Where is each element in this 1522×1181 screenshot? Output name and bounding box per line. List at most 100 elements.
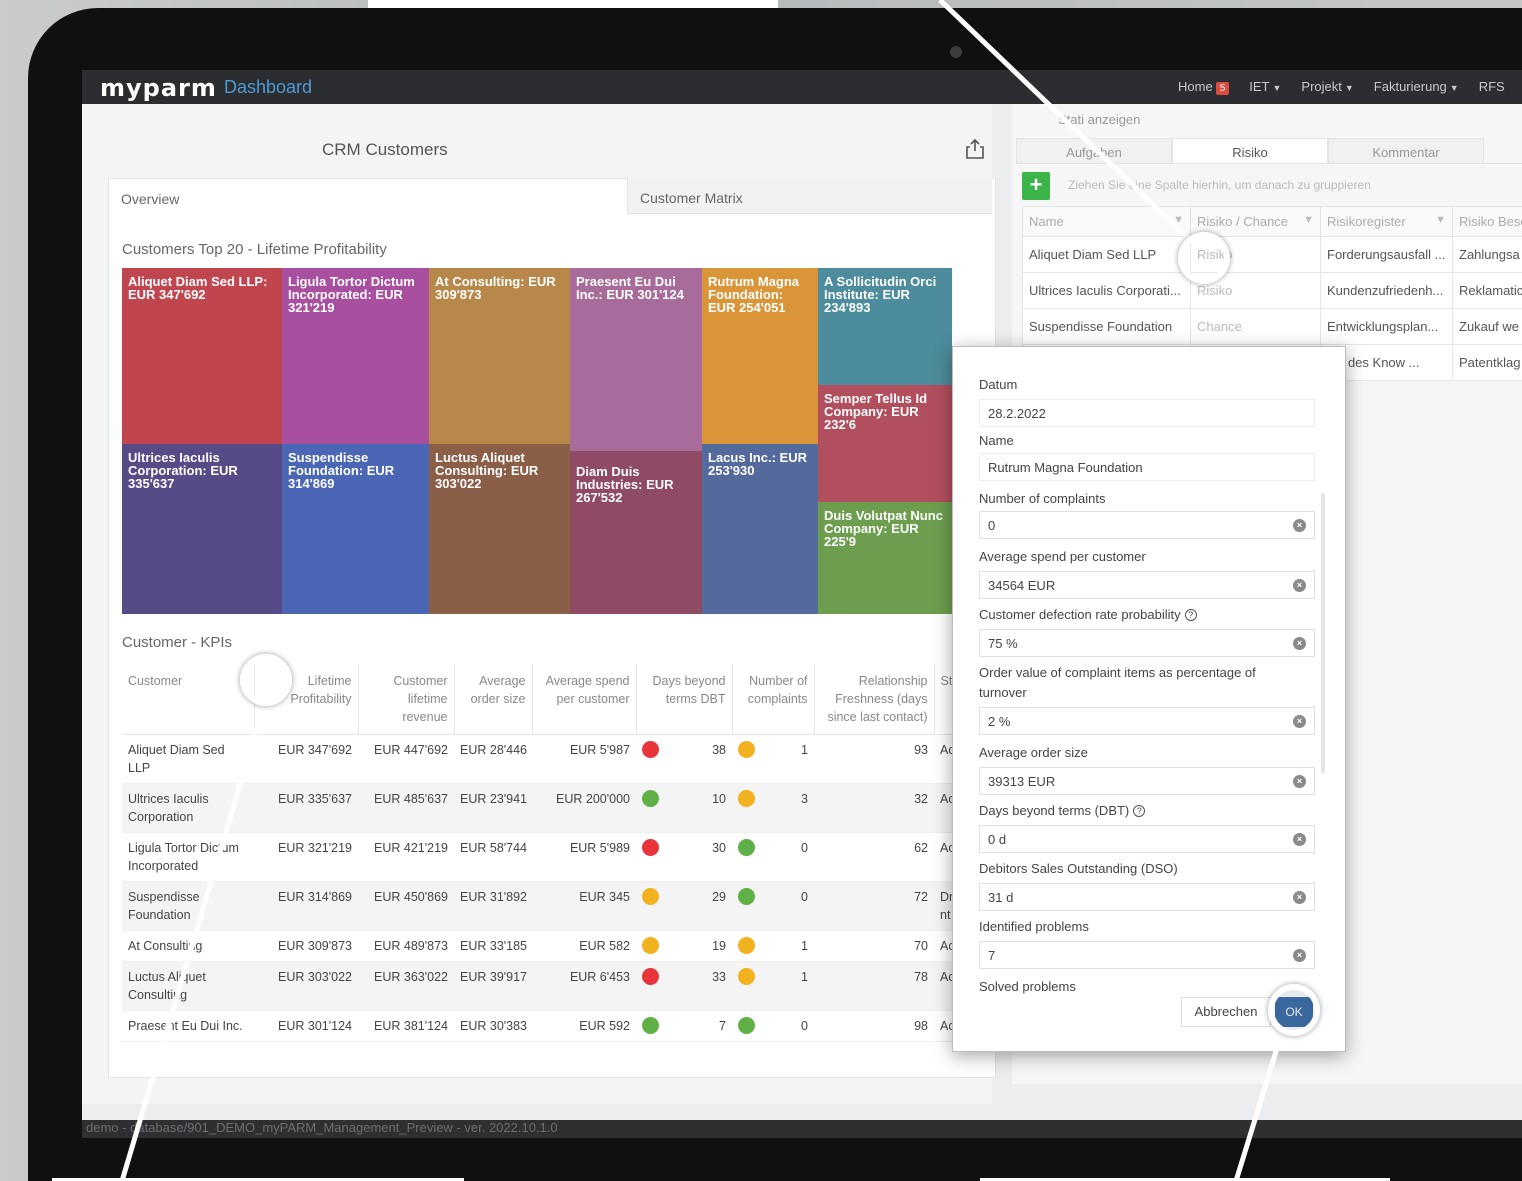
lifetime-profitability-cell: EUR 314'869: [254, 881, 358, 931]
cell-value: 0: [801, 841, 808, 855]
show-stati-toggle[interactable]: Stati anzeigen: [1058, 112, 1140, 127]
caret-down-icon: ▼: [1272, 83, 1282, 93]
tab-customer-matrix[interactable]: Customer Matrix: [628, 178, 992, 214]
table-row[interactable]: Ligula Tortor Dictum Incorporated EUR 321…: [122, 832, 952, 882]
nav-item-fakturierung[interactable]: Fakturierung ▼: [1374, 79, 1459, 95]
column-header[interactable]: St: [934, 664, 953, 735]
filter-icon[interactable]: ▼: [1303, 214, 1314, 226]
table-row[interactable]: Suspendisse Foundation EUR 314'869 EUR 450…: [122, 881, 952, 931]
treemap-cell[interactable]: Semper Tellus Id Company: EUR 232'6: [818, 385, 952, 502]
status-cell: Ac: [934, 1010, 952, 1042]
nav-item-rfs[interactable]: RFS: [1479, 79, 1505, 95]
order-size-cell: EUR 58'744: [454, 832, 532, 882]
table-row[interactable]: Ultrices Iaculis Corporation EUR 335'637 E…: [122, 783, 952, 833]
field-input[interactable]: 2 % ×: [979, 707, 1315, 735]
cell-value: 30: [712, 841, 726, 855]
treemap-cell[interactable]: Ultrices Iaculis Corporation: EUR 335'63…: [122, 444, 282, 614]
register-cell: Forderungsausfall ...: [1320, 236, 1453, 273]
clear-icon[interactable]: ×: [1293, 891, 1306, 904]
clear-icon[interactable]: ×: [1293, 637, 1306, 650]
treemap-cell[interactable]: Aliquet Diam Sed LLP: EUR 347'692: [122, 268, 282, 444]
cancel-button[interactable]: Abbrechen: [1181, 997, 1271, 1027]
tab-kommentar[interactable]: Kommentar: [1328, 138, 1484, 164]
clear-icon[interactable]: ×: [1293, 715, 1306, 728]
field-label: Datum: [979, 377, 1017, 392]
treemap-cell[interactable]: Ligula Tortor Dictum Incorporated: EUR 3…: [282, 268, 429, 444]
treemap-cell[interactable]: Duis Volutpat Nunc Company: EUR 225'9: [818, 502, 952, 614]
column-header[interactable]: Average order size: [454, 664, 533, 735]
field-label-text: Order value of complaint items as percen…: [979, 665, 1256, 700]
app-logo[interactable]: myparm: [100, 74, 217, 102]
column-header[interactable]: Name ▼: [1022, 206, 1191, 237]
column-header[interactable]: Customer lifetime revenue: [358, 664, 455, 735]
column-header[interactable]: Days beyond terms DBT: [636, 664, 733, 735]
dbt-cell: 7: [636, 1010, 732, 1042]
table-row[interactable]: At Consulting EUR 309'873 EUR 489'873 EUR 3…: [122, 930, 952, 962]
table-row[interactable]: Aliquet Diam Sed LLP EUR 347'692 EUR 447'6…: [122, 734, 952, 784]
field-input[interactable]: 0 d ×: [979, 825, 1315, 853]
share-icon[interactable]: [964, 138, 986, 160]
column-header[interactable]: Risikoregister ▼: [1320, 206, 1453, 237]
table-row[interactable]: Suspendisse Foundation Chance Entwicklungs…: [1022, 308, 1522, 345]
filter-icon[interactable]: ▼: [1173, 214, 1184, 226]
treemap-cell[interactable]: A Sollicitudin Orci Institute: EUR 234'8…: [818, 268, 952, 385]
field-input[interactable]: 34564 EUR ×: [979, 571, 1315, 599]
treemap-cell[interactable]: Praesent Eu Dui Inc.: EUR 301'124: [570, 268, 702, 451]
field-input[interactable]: 39313 EUR ×: [979, 767, 1315, 795]
field-input[interactable]: 7 ×: [979, 941, 1315, 969]
treemap-cell[interactable]: Suspendisse Foundation: EUR 314'869: [282, 444, 429, 614]
customer-cell: Suspendisse Foundation: [122, 881, 254, 931]
cell-value: 1: [801, 970, 808, 984]
camera: [950, 46, 962, 58]
nav-item-home[interactable]: Home 5: [1178, 79, 1230, 95]
column-header[interactable]: Relationship Freshness (days since last …: [814, 664, 935, 735]
spend-cell: EUR 6'453: [532, 961, 636, 1011]
clear-icon[interactable]: ×: [1293, 579, 1306, 592]
help-icon[interactable]: ?: [1184, 609, 1197, 621]
status-cell: Ac: [934, 930, 952, 962]
filter-icon[interactable]: ▼: [1435, 214, 1446, 226]
field-input[interactable]: 75 % ×: [979, 629, 1315, 657]
register-cell: Entwicklungsplan...: [1320, 308, 1453, 345]
help-icon[interactable]: ?: [1133, 805, 1146, 817]
field-input[interactable]: 31 d ×: [979, 883, 1315, 911]
field-input[interactable]: 0 ×: [979, 511, 1315, 539]
table-row[interactable]: Luctus Aliquet Consulting EUR 303'022 EUR …: [122, 961, 952, 1011]
clear-icon[interactable]: ×: [1293, 949, 1306, 962]
name-cell: Suspendisse Foundation: [1022, 308, 1191, 345]
table-row[interactable]: Praesent Eu Dui Inc. EUR 301'124 EUR 381'1…: [122, 1010, 952, 1042]
column-header[interactable]: Average spend per customer: [532, 664, 637, 735]
complaints-cell: 1: [732, 961, 814, 1011]
treemap-cell[interactable]: Lacus Inc.: EUR 253'930: [702, 444, 818, 614]
tab-overview[interactable]: Overview: [108, 178, 628, 214]
dbt-cell: 38: [636, 734, 732, 784]
lifetime-profitability-cell: EUR 335'637: [254, 783, 358, 833]
nav-item-projekt[interactable]: Projekt ▼: [1301, 79, 1353, 95]
clear-icon[interactable]: ×: [1293, 833, 1306, 846]
tab-risiko[interactable]: Risiko: [1172, 138, 1328, 164]
column-header[interactable]: Customer: [122, 664, 255, 735]
lifetime-revenue-cell: EUR 381'124: [358, 1010, 454, 1042]
table-row[interactable]: Ultrices Iaculis Corporati... Risiko Kunde…: [1022, 272, 1522, 309]
freshness-cell: 32: [814, 783, 934, 833]
table-row[interactable]: Aliquet Diam Sed LLP Risiko Forderungsausf…: [1022, 236, 1522, 273]
clear-icon[interactable]: ×: [1293, 775, 1306, 788]
treemap-cell[interactable]: Diam Duis Industries: EUR 267'532: [570, 451, 702, 614]
treemap-cell[interactable]: Luctus Aliquet Consulting: EUR 303'022: [429, 444, 570, 614]
field-input[interactable]: Rutrum Magna Foundation: [979, 453, 1315, 481]
customer-cell: Aliquet Diam Sed LLP: [122, 734, 254, 784]
column-header[interactable]: Risiko Besc: [1452, 206, 1522, 237]
tab-aufgaben[interactable]: Aufgaben: [1016, 138, 1172, 164]
treemap-cell[interactable]: Rutrum Magna Foundation: EUR 254'051: [702, 268, 818, 444]
nav-item-iet[interactable]: IET ▼: [1249, 79, 1281, 95]
clear-icon[interactable]: ×: [1293, 519, 1306, 532]
spend-cell: EUR 200'000: [532, 783, 636, 833]
scrollbar[interactable]: [1321, 493, 1325, 773]
treemap-cell[interactable]: At Consulting: EUR 309'873: [429, 268, 570, 444]
field-label-text: Solved problems: [979, 979, 1076, 994]
column-header[interactable]: Number of complaints: [732, 664, 815, 735]
add-button[interactable]: +: [1022, 172, 1050, 200]
field-input[interactable]: 28.2.2022: [979, 399, 1315, 427]
caret-down-icon: ▼: [1344, 83, 1354, 93]
lifetime-revenue-cell: EUR 421'219: [358, 832, 454, 882]
